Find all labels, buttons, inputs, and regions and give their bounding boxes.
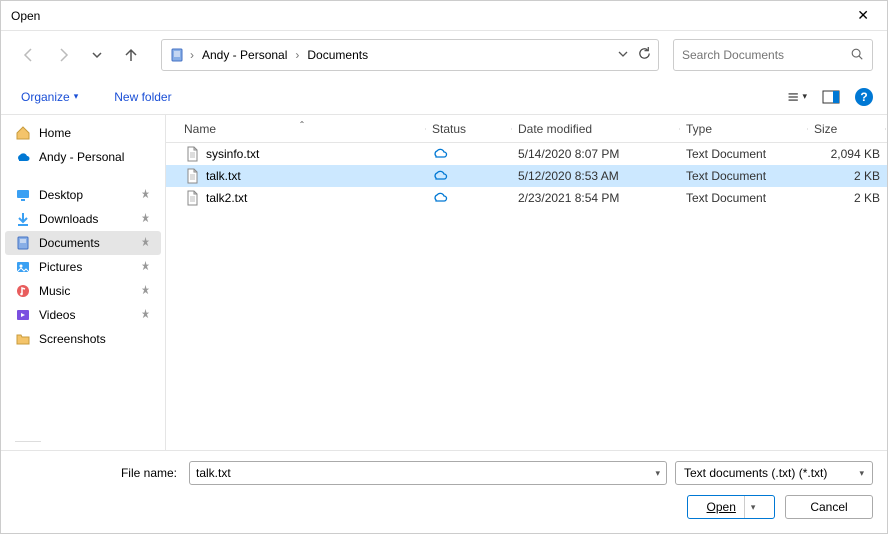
sidebar-item-label: Downloads bbox=[39, 212, 98, 226]
new-folder-button[interactable]: New folder bbox=[108, 86, 177, 108]
sidebar-item-music[interactable]: Music bbox=[5, 279, 161, 303]
sidebar-item-screenshots[interactable]: Screenshots bbox=[5, 327, 161, 351]
preview-pane-button[interactable] bbox=[821, 87, 841, 107]
refresh-icon[interactable] bbox=[637, 46, 652, 64]
address-bar[interactable]: › Andy - Personal › Documents bbox=[161, 39, 659, 71]
file-icon bbox=[184, 146, 200, 162]
sidebar-item-label: Home bbox=[39, 126, 71, 140]
organize-button[interactable]: Organize▾ bbox=[15, 86, 84, 108]
open-button[interactable]: Open ▾ bbox=[687, 495, 775, 519]
sidebar-item-desktop[interactable]: Desktop bbox=[5, 183, 161, 207]
desktop-icon bbox=[15, 187, 31, 203]
onedrive-icon bbox=[15, 149, 31, 165]
pin-icon bbox=[140, 260, 151, 274]
filter-label: Text documents (.txt) (*.txt) bbox=[684, 466, 827, 480]
sidebar-item-pictures[interactable]: Pictures bbox=[5, 255, 161, 279]
pin-icon bbox=[140, 236, 151, 250]
breadcrumb-segment[interactable]: Andy - Personal bbox=[198, 46, 291, 64]
file-name: talk.txt bbox=[206, 169, 241, 183]
sidebar-item-label: Pictures bbox=[39, 260, 82, 274]
chevron-down-icon: ▾ bbox=[855, 468, 864, 479]
help-icon[interactable]: ? bbox=[855, 88, 873, 106]
search-box[interactable] bbox=[673, 39, 873, 71]
column-status[interactable]: Status bbox=[426, 122, 512, 136]
window-title: Open bbox=[11, 9, 40, 23]
chevron-down-icon[interactable]: ▾ bbox=[651, 468, 660, 479]
sidebar-item-label: Videos bbox=[39, 308, 75, 322]
cancel-button[interactable]: Cancel bbox=[785, 495, 873, 519]
file-row[interactable]: sysinfo.txt 5/14/2020 8:07 PMText Documen… bbox=[166, 143, 887, 165]
chevron-down-icon[interactable]: ▾ bbox=[744, 496, 756, 518]
chevron-right-icon[interactable]: › bbox=[188, 48, 196, 62]
sidebar: Home Andy - Personal Desktop Downloads Doc… bbox=[1, 115, 166, 450]
pin-icon bbox=[140, 212, 151, 226]
file-size: 2 KB bbox=[808, 191, 886, 205]
sidebar-item-videos[interactable]: Videos bbox=[5, 303, 161, 327]
file-date: 5/14/2020 8:07 PM bbox=[512, 147, 680, 161]
downloads-icon bbox=[15, 211, 31, 227]
sidebar-item-label: Music bbox=[39, 284, 70, 298]
column-type[interactable]: Type bbox=[680, 122, 808, 136]
file-type: Text Document bbox=[680, 191, 808, 205]
cloud-status-icon bbox=[432, 172, 448, 186]
column-date[interactable]: Date modified bbox=[512, 122, 680, 136]
sidebar-item-documents[interactable]: Documents bbox=[5, 231, 161, 255]
chevron-down-icon: ▾ bbox=[74, 91, 79, 102]
pin-icon bbox=[140, 308, 151, 322]
file-icon bbox=[184, 168, 200, 184]
file-type: Text Document bbox=[680, 169, 808, 183]
sidebar-item-label: Documents bbox=[39, 236, 100, 250]
file-date: 2/23/2021 8:54 PM bbox=[512, 191, 680, 205]
sort-indicator-icon: ⌃ bbox=[299, 120, 306, 129]
breadcrumb-segment[interactable]: Documents bbox=[303, 46, 372, 64]
history-dropdown-icon[interactable] bbox=[617, 48, 629, 63]
sidebar-item-home[interactable]: Home bbox=[5, 121, 161, 145]
file-date: 5/12/2020 8:53 AM bbox=[512, 169, 680, 183]
column-size[interactable]: Size bbox=[808, 122, 886, 136]
pictures-icon bbox=[15, 259, 31, 275]
documents-icon bbox=[15, 235, 31, 251]
music-icon bbox=[15, 283, 31, 299]
up-button[interactable] bbox=[117, 41, 145, 69]
cloud-status-icon bbox=[432, 150, 448, 164]
view-button[interactable]: ▾ bbox=[787, 87, 807, 107]
pin-icon bbox=[140, 284, 151, 298]
cloud-status-icon bbox=[432, 194, 448, 208]
file-size: 2,094 KB bbox=[808, 147, 886, 161]
folder-icon bbox=[15, 331, 31, 347]
sidebar-item-onedrive[interactable]: Andy - Personal bbox=[5, 145, 161, 169]
close-icon[interactable]: ✕ bbox=[849, 3, 877, 28]
search-input[interactable] bbox=[682, 48, 850, 62]
documents-icon bbox=[168, 46, 186, 64]
file-row[interactable]: talk.txt 5/12/2020 8:53 AMText Document2 … bbox=[166, 165, 887, 187]
file-size: 2 KB bbox=[808, 169, 886, 183]
column-headers: Name⌃ Status Date modified Type Size bbox=[166, 115, 887, 143]
sidebar-item-downloads[interactable]: Downloads bbox=[5, 207, 161, 231]
search-icon[interactable] bbox=[850, 47, 864, 64]
sidebar-item-label: Screenshots bbox=[39, 332, 106, 346]
filter-dropdown[interactable]: Text documents (.txt) (*.txt) ▾ bbox=[675, 461, 873, 485]
home-icon bbox=[15, 125, 31, 141]
file-name: sysinfo.txt bbox=[206, 147, 259, 161]
sidebar-item-label: Desktop bbox=[39, 188, 83, 202]
filename-input[interactable] bbox=[196, 466, 651, 480]
videos-icon bbox=[15, 307, 31, 323]
column-name[interactable]: Name⌃ bbox=[178, 122, 426, 136]
filename-label: File name: bbox=[15, 466, 181, 480]
file-name: talk2.txt bbox=[206, 191, 247, 205]
filename-input-wrap[interactable]: ▾ bbox=[189, 461, 667, 485]
file-type: Text Document bbox=[680, 147, 808, 161]
forward-button[interactable] bbox=[49, 41, 77, 69]
file-row[interactable]: talk2.txt 2/23/2021 8:54 PMText Document2… bbox=[166, 187, 887, 209]
sidebar-item-label: Andy - Personal bbox=[39, 150, 124, 164]
back-button[interactable] bbox=[15, 41, 43, 69]
recent-dropdown[interactable] bbox=[83, 41, 111, 69]
file-icon bbox=[184, 190, 200, 206]
chevron-right-icon[interactable]: › bbox=[293, 48, 301, 62]
pin-icon bbox=[140, 188, 151, 202]
